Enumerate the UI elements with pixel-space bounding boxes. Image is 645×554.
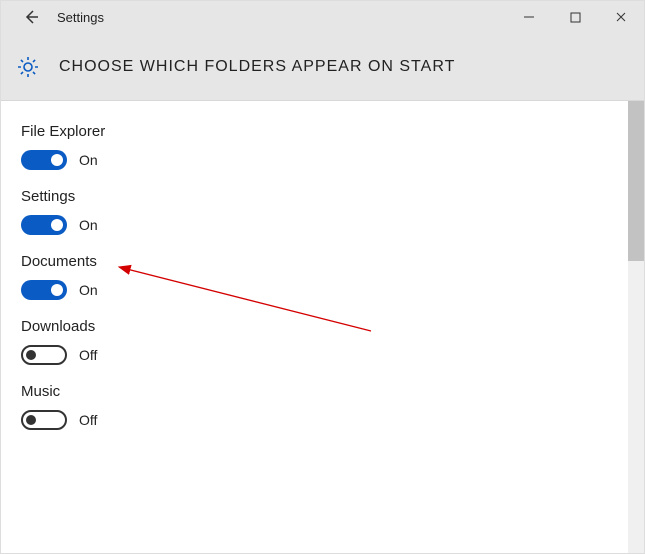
- option-label: Downloads: [21, 318, 624, 335]
- option-row: Settings On: [21, 188, 624, 235]
- scrollbar-thumb[interactable]: [628, 101, 644, 261]
- toggle-switch[interactable]: [21, 410, 67, 430]
- minimize-icon: [523, 11, 535, 23]
- back-arrow-icon: [22, 8, 40, 26]
- settings-gear-icon: [15, 54, 41, 80]
- close-icon: [615, 11, 627, 23]
- window-title: Settings: [57, 10, 104, 25]
- maximize-button[interactable]: [552, 1, 598, 33]
- option-label: Settings: [21, 188, 624, 205]
- toggle-switch[interactable]: [21, 280, 67, 300]
- toggle-switch[interactable]: [21, 345, 67, 365]
- toggle-state-label: Off: [79, 347, 97, 363]
- minimize-button[interactable]: [506, 1, 552, 33]
- toggle-row: On: [21, 215, 624, 235]
- option-row: File Explorer On: [21, 123, 624, 170]
- page-title: CHOOSE WHICH FOLDERS APPEAR ON START: [59, 58, 455, 76]
- option-row: Downloads Off: [21, 318, 624, 365]
- option-label: Music: [21, 383, 624, 400]
- toggle-state-label: On: [79, 282, 98, 298]
- back-button[interactable]: [11, 1, 51, 33]
- toggle-state-label: On: [79, 152, 98, 168]
- toggle-switch[interactable]: [21, 150, 67, 170]
- content-area: File Explorer On Settings On Documents On Down…: [1, 101, 644, 553]
- toggle-state-label: On: [79, 217, 98, 233]
- header-bar: CHOOSE WHICH FOLDERS APPEAR ON START: [1, 33, 644, 101]
- toggle-switch[interactable]: [21, 215, 67, 235]
- toggle-state-label: Off: [79, 412, 97, 428]
- option-label: Documents: [21, 253, 624, 270]
- toggle-row: Off: [21, 345, 624, 365]
- option-label: File Explorer: [21, 123, 624, 140]
- maximize-icon: [570, 12, 581, 23]
- toggle-row: Off: [21, 410, 624, 430]
- close-button[interactable]: [598, 1, 644, 33]
- titlebar: Settings: [1, 1, 644, 33]
- toggle-row: On: [21, 280, 624, 300]
- scrollbar-track[interactable]: [628, 101, 644, 553]
- option-row: Documents On: [21, 253, 624, 300]
- window-controls: [506, 1, 644, 33]
- option-row: Music Off: [21, 383, 624, 430]
- toggle-row: On: [21, 150, 624, 170]
- options-list: File Explorer On Settings On Documents On Down…: [1, 101, 644, 430]
